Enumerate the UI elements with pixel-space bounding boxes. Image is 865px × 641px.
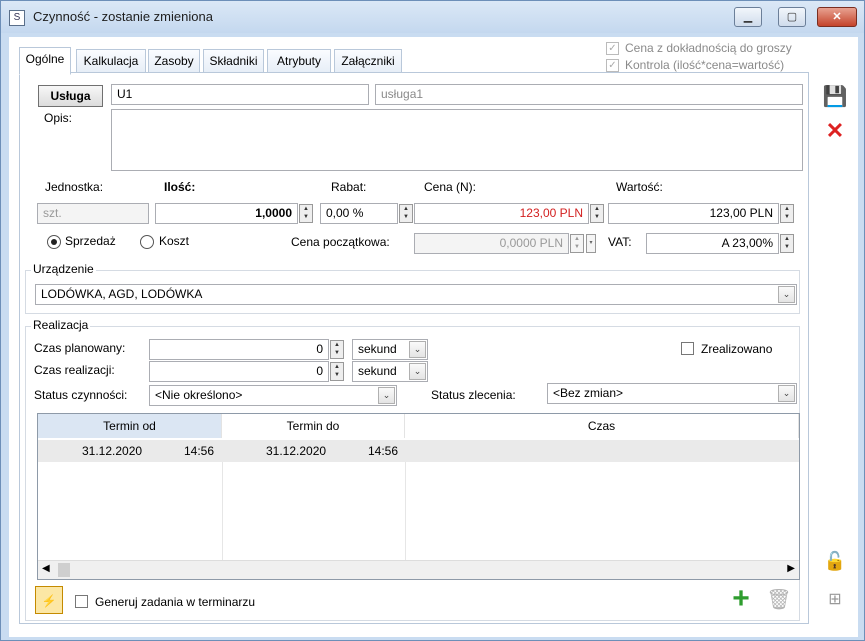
value-spinner[interactable]: ▲ ▼ bbox=[780, 204, 794, 223]
service-code-field[interactable]: U1 bbox=[111, 84, 369, 105]
maximize-button[interactable]: ▢ bbox=[778, 7, 806, 27]
generate-tasks-checkbox[interactable] bbox=[75, 595, 88, 608]
control-label: Kontrola (ilość*cena=wartość) bbox=[625, 58, 785, 72]
initial-price-label: Cena początkowa: bbox=[291, 235, 390, 249]
qty-spinner[interactable]: ▲ ▼ bbox=[299, 204, 313, 223]
lock-icon[interactable]: 🔓 bbox=[821, 547, 849, 575]
pin-icon[interactable]: ⊞ bbox=[821, 586, 849, 614]
horizontal-scrollbar[interactable]: ◀ ▶ bbox=[38, 560, 799, 579]
column-header-to[interactable]: Termin do bbox=[222, 414, 405, 438]
app-icon: S bbox=[9, 10, 25, 26]
realized-checkbox[interactable] bbox=[681, 342, 694, 355]
actual-time-label: Czas realizacji: bbox=[34, 363, 115, 377]
row-to-date: 31.12.2020 bbox=[266, 444, 327, 458]
tab-ogolne[interactable]: Ogólne bbox=[19, 47, 71, 75]
price-spinner[interactable]: ▲ ▼ bbox=[590, 204, 604, 223]
qty-label: Ilość: bbox=[164, 180, 196, 194]
price-field[interactable]: 123,00 PLN bbox=[414, 203, 589, 224]
unit-label: Jednostka: bbox=[45, 180, 104, 194]
initial-price-field[interactable]: 0,0000 PLN bbox=[414, 233, 569, 254]
save-icon[interactable]: 💾 bbox=[821, 83, 849, 111]
planned-time-spinner[interactable]: ▲ ▼ bbox=[330, 340, 344, 359]
actual-time-field[interactable]: 0 bbox=[149, 361, 329, 382]
order-status-dropdown-icon[interactable]: ⌄ bbox=[778, 385, 795, 402]
generate-tasks-label: Generuj zadania w terminarzu bbox=[95, 595, 256, 609]
initial-price-dropdown[interactable]: ▾ bbox=[586, 234, 596, 253]
sale-radio[interactable] bbox=[47, 235, 61, 249]
dialog-window: S Czynność - zostanie zmieniona ▁ ▢ ✕ Og… bbox=[0, 0, 865, 641]
price-grosz-checkbox[interactable]: ✓ bbox=[606, 42, 619, 55]
order-status-label: Status zlecenia: bbox=[431, 388, 516, 402]
planned-time-label: Czas planowany: bbox=[34, 341, 126, 355]
activity-status-select[interactable]: <Nie określono> bbox=[149, 385, 397, 406]
add-icon[interactable]: + bbox=[727, 584, 755, 614]
realized-label: Zrealizowano bbox=[701, 342, 773, 356]
control-checkbox[interactable]: ✓ bbox=[606, 59, 619, 72]
lightning-icon[interactable]: ⚡ bbox=[35, 586, 63, 614]
row-from-time: 14:56 bbox=[184, 444, 215, 458]
column-divider bbox=[222, 462, 223, 560]
trash-icon[interactable]: 🗑 bbox=[765, 586, 793, 614]
tab-zalaczniki[interactable]: Załączniki bbox=[334, 49, 402, 73]
dialog-body: Ogólne Kalkulacja Zasoby Składniki Atryb… bbox=[9, 37, 858, 637]
title-bar: S Czynność - zostanie zmieniona ▁ ▢ ✕ bbox=[1, 1, 864, 33]
discount-spinner[interactable]: ▲ ▼ bbox=[399, 204, 413, 223]
device-field[interactable]: LODÓWKA, AGD, LODÓWKA bbox=[35, 284, 797, 305]
scroll-right-icon[interactable]: ▶ bbox=[787, 563, 795, 574]
vat-label: VAT: bbox=[608, 235, 632, 249]
row-to-time: 14:56 bbox=[368, 444, 399, 458]
value-label: Wartość: bbox=[616, 180, 663, 194]
cancel-icon[interactable]: ✕ bbox=[821, 117, 849, 145]
tab-skladniki[interactable]: Składniki bbox=[203, 49, 264, 73]
vat-field[interactable]: A 23,00% bbox=[646, 233, 779, 254]
general-panel: Usługa U1 usługa1 Opis: Jednostka: Ilość… bbox=[19, 72, 809, 624]
activity-status-label: Status czynności: bbox=[34, 388, 128, 402]
column-header-from[interactable]: Termin od bbox=[38, 414, 222, 438]
tab-atrybuty[interactable]: Atrybuty bbox=[267, 49, 331, 73]
scroll-thumb[interactable] bbox=[58, 563, 70, 577]
description-label: Opis: bbox=[44, 111, 73, 125]
initial-price-spinner[interactable]: ▲ ▼ bbox=[570, 234, 584, 253]
description-field[interactable] bbox=[111, 109, 803, 171]
device-dropdown-icon[interactable]: ⌄ bbox=[778, 286, 795, 303]
close-button[interactable]: ✕ bbox=[817, 7, 857, 27]
discount-label: Rabat: bbox=[331, 180, 367, 194]
sale-label: Sprzedaż bbox=[65, 234, 116, 248]
table-row[interactable] bbox=[38, 440, 799, 462]
scroll-left-icon[interactable]: ◀ bbox=[42, 563, 50, 574]
row-from-date: 31.12.2020 bbox=[82, 444, 143, 458]
order-status-select[interactable]: <Bez zmian> bbox=[547, 383, 797, 404]
price-label: Cena (N): bbox=[424, 180, 477, 194]
window-title: Czynność - zostanie zmieniona bbox=[33, 9, 213, 24]
qty-field[interactable]: 1,0000 bbox=[155, 203, 298, 224]
minimize-button[interactable]: ▁ bbox=[734, 7, 762, 27]
realization-group-title: Realizacja bbox=[31, 318, 91, 332]
service-name-field[interactable]: usługa1 bbox=[375, 84, 803, 105]
value-field[interactable]: 123,00 PLN bbox=[608, 203, 779, 224]
planned-time-field[interactable]: 0 bbox=[149, 339, 329, 360]
vat-spinner[interactable]: ▲ ▼ bbox=[780, 234, 794, 253]
planned-unit-dropdown-icon[interactable]: ⌄ bbox=[409, 341, 426, 358]
discount-field[interactable]: 0,00 % bbox=[320, 203, 398, 224]
unit-field[interactable]: szt. bbox=[37, 203, 149, 224]
terms-table: Termin od Termin do Czas 31.12.2020 14:5… bbox=[37, 413, 800, 580]
device-group-title: Urządzenie bbox=[31, 262, 96, 276]
price-grosz-label: Cena z dokładnością do groszy bbox=[625, 41, 792, 55]
activity-status-dropdown-icon[interactable]: ⌄ bbox=[378, 387, 395, 404]
tab-zasoby[interactable]: Zasoby bbox=[148, 49, 200, 73]
column-header-duration[interactable]: Czas bbox=[405, 414, 799, 438]
column-divider bbox=[405, 462, 406, 560]
service-button[interactable]: Usługa bbox=[38, 85, 103, 107]
cost-radio[interactable] bbox=[140, 235, 154, 249]
actual-time-spinner[interactable]: ▲ ▼ bbox=[330, 362, 344, 381]
tab-kalkulacja[interactable]: Kalkulacja bbox=[76, 49, 146, 73]
actual-unit-dropdown-icon[interactable]: ⌄ bbox=[409, 363, 426, 380]
cost-label: Koszt bbox=[159, 234, 190, 248]
